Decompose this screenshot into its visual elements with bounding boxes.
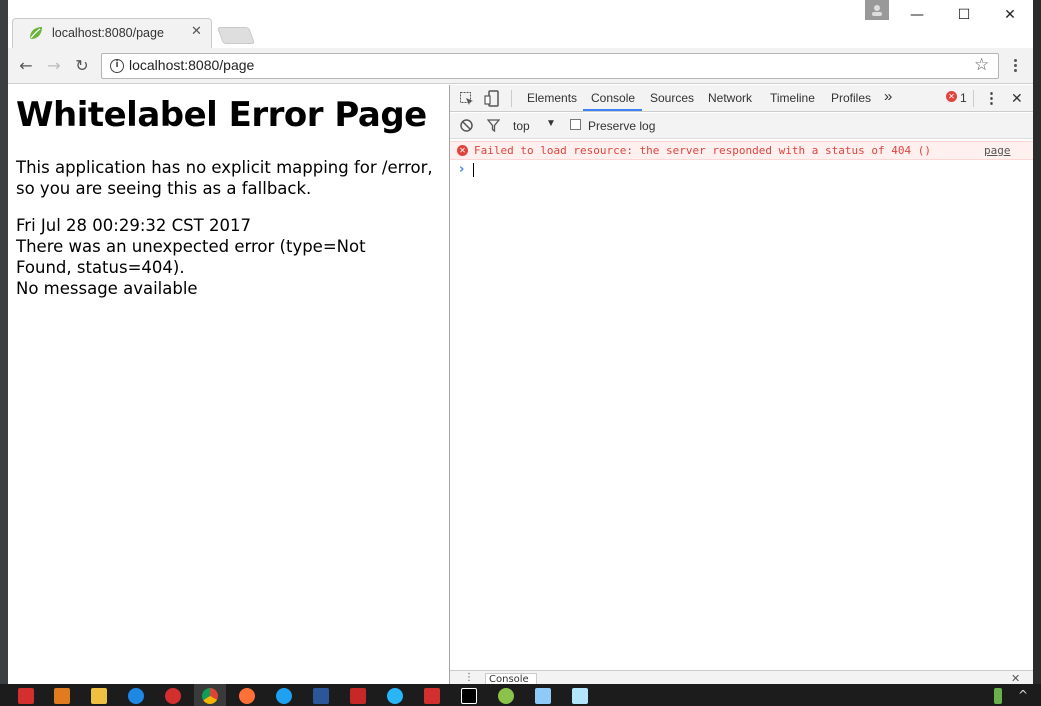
tab-profiles[interactable]: Profiles bbox=[831, 91, 871, 105]
tab-console[interactable]: Console bbox=[591, 91, 635, 105]
tab-sources[interactable]: Sources bbox=[650, 91, 694, 105]
console-prompt-icon: › bbox=[459, 162, 465, 177]
profile-button[interactable] bbox=[865, 0, 889, 20]
drawer-console-tab[interactable]: Console bbox=[485, 673, 537, 684]
close-window-button[interactable]: ✕ bbox=[998, 4, 1022, 26]
error-count-icon[interactable]: ✕ bbox=[946, 91, 957, 102]
devtools-close-icon[interactable]: ✕ bbox=[1011, 90, 1023, 107]
error-timestamp: Fri Jul 28 00:29:32 CST 2017 bbox=[16, 216, 251, 235]
xmind-icon[interactable] bbox=[18, 688, 34, 704]
tab-separator bbox=[511, 90, 512, 107]
clear-console-icon[interactable] bbox=[460, 119, 473, 132]
error-icon: ✕ bbox=[457, 145, 468, 156]
device-toolbar-icon[interactable] bbox=[484, 90, 500, 107]
intellij-icon[interactable] bbox=[461, 688, 477, 704]
devtools-drawer bbox=[450, 670, 1033, 684]
error-count: 1 bbox=[960, 91, 967, 105]
tab-timeline[interactable]: Timeline bbox=[770, 91, 815, 105]
drawer-close-icon[interactable]: ✕ bbox=[1011, 673, 1020, 684]
forward-button[interactable]: → bbox=[43, 55, 65, 77]
app-frog-icon[interactable] bbox=[498, 688, 514, 704]
maximize-button[interactable]: ☐ bbox=[952, 4, 976, 26]
person-icon bbox=[872, 5, 882, 16]
spring-leaf-icon bbox=[30, 27, 42, 39]
back-button[interactable]: ← bbox=[15, 55, 37, 77]
context-dropdown-icon[interactable]: ▼ bbox=[546, 118, 556, 129]
background-ide-strip-right bbox=[1033, 0, 1041, 706]
battery-icon[interactable] bbox=[994, 688, 1002, 704]
notepad-icon[interactable] bbox=[535, 688, 551, 704]
error-message-text: No message available bbox=[16, 279, 198, 298]
tab-network[interactable]: Network bbox=[708, 91, 752, 105]
devtools-panel bbox=[449, 85, 1033, 684]
reload-button[interactable]: ↻ bbox=[71, 55, 93, 77]
acrobat-icon[interactable] bbox=[350, 688, 366, 704]
background-ide-strip-left bbox=[0, 0, 8, 706]
tab-elements[interactable]: Elements bbox=[527, 91, 577, 105]
url-text[interactable]: localhost:8080/page bbox=[129, 57, 254, 73]
file-explorer-icon[interactable] bbox=[91, 688, 107, 704]
new-tab-button[interactable] bbox=[216, 27, 256, 44]
chrome-icon[interactable] bbox=[202, 688, 218, 704]
tab-close-icon[interactable]: ✕ bbox=[191, 24, 202, 39]
bookmark-star-icon[interactable]: ☆ bbox=[974, 55, 989, 75]
chrome-menu-icon[interactable] bbox=[1010, 59, 1020, 72]
inspect-element-icon[interactable] bbox=[459, 91, 475, 107]
app-icon[interactable] bbox=[54, 688, 70, 704]
more-tabs-icon[interactable]: » bbox=[884, 88, 892, 105]
drawer-menu-icon[interactable]: ⋮ bbox=[464, 673, 474, 683]
netease-music-icon[interactable] bbox=[165, 688, 181, 704]
notes-icon[interactable] bbox=[572, 688, 588, 704]
xmind-icon-2[interactable] bbox=[424, 688, 440, 704]
windows-taskbar bbox=[0, 684, 1041, 706]
filter-icon[interactable] bbox=[487, 119, 500, 132]
minimize-button[interactable]: — bbox=[905, 4, 929, 26]
word-icon[interactable] bbox=[313, 688, 329, 704]
console-toolbar bbox=[450, 113, 1033, 139]
error-source-link[interactable]: page bbox=[984, 144, 1011, 157]
edge-icon[interactable] bbox=[128, 688, 144, 704]
error-detail: There was an unexpected error (type=Not … bbox=[16, 237, 366, 277]
fallback-message: This application has no explicit mapping… bbox=[16, 158, 433, 198]
console-input[interactable] bbox=[473, 163, 474, 177]
page-heading: Whitelabel Error Page bbox=[16, 95, 427, 135]
tab-separator bbox=[973, 90, 974, 107]
firefox-icon[interactable] bbox=[239, 688, 255, 704]
preserve-log-label: Preserve log bbox=[588, 119, 656, 133]
active-tab-indicator bbox=[583, 109, 642, 111]
devtools-menu-icon[interactable]: ⋮ bbox=[984, 89, 999, 107]
tray-expand-icon[interactable]: ^ bbox=[1018, 688, 1028, 702]
messenger-icon[interactable] bbox=[387, 688, 403, 704]
console-error-message: Failed to load resource: the server resp… bbox=[474, 144, 931, 157]
context-selector[interactable]: top bbox=[513, 119, 530, 133]
info-icon[interactable]: i bbox=[110, 59, 124, 73]
tab-title: localhost:8080/page bbox=[52, 26, 164, 40]
internet-explorer-icon[interactable] bbox=[276, 688, 292, 704]
preserve-log-checkbox[interactable] bbox=[570, 119, 581, 130]
